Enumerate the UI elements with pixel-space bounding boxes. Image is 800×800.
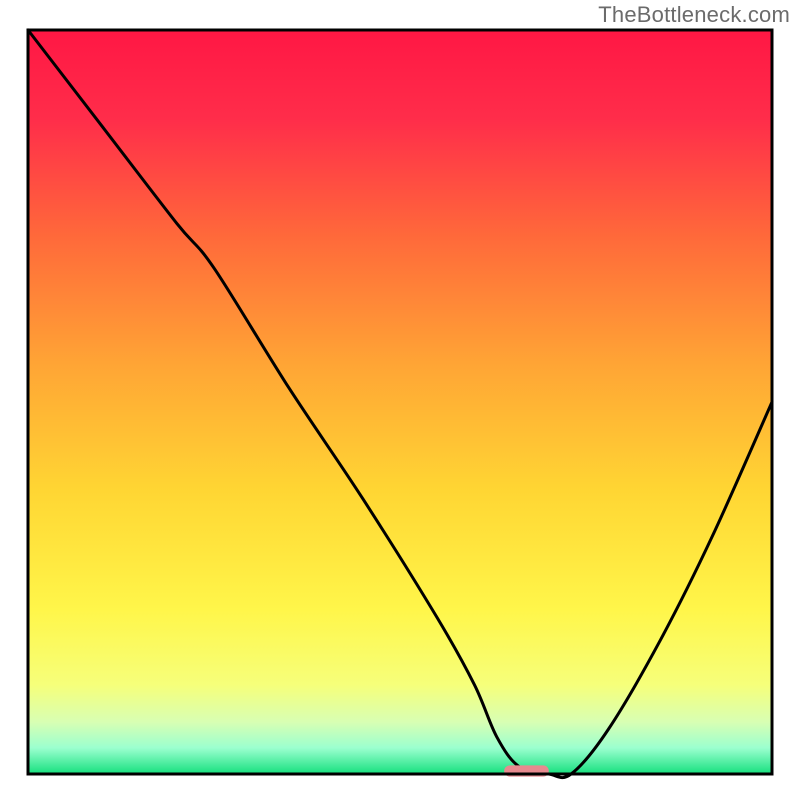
- chart-root: TheBottleneck.com: [0, 0, 800, 800]
- plot-background: [28, 30, 772, 774]
- bottleneck-chart: [0, 0, 800, 800]
